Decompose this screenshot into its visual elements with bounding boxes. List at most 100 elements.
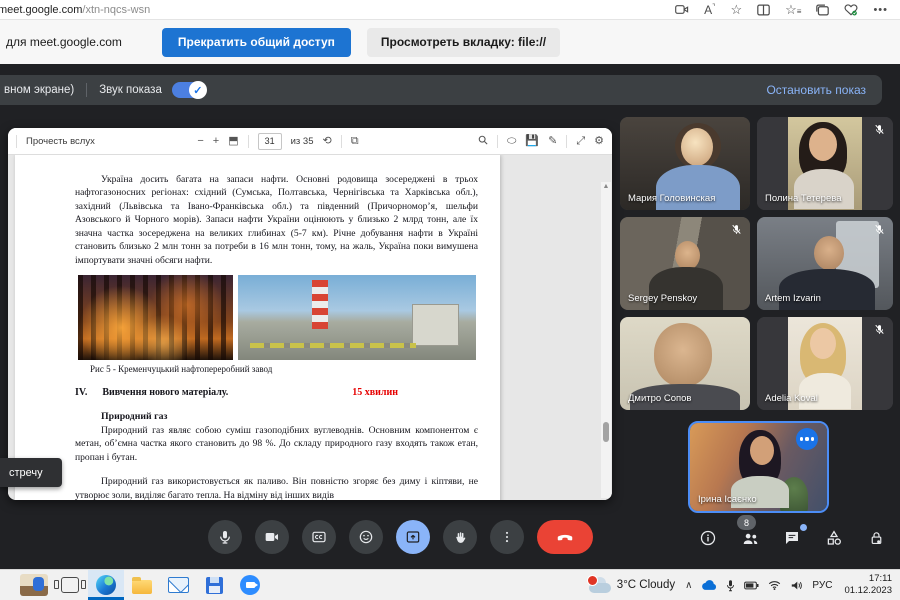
zoom-app-icon[interactable] — [232, 570, 268, 600]
host-controls-button[interactable] — [864, 526, 888, 550]
shared-pdf-viewer: Прочесть вслух − + ⬒ из 35 ⟲ ⧉ ⬭ 💾 ✎ ⤢ — [8, 128, 612, 500]
present-screen-button[interactable] — [396, 520, 430, 554]
draw-icon[interactable]: ⬭ — [507, 136, 516, 147]
split-screen-icon[interactable] — [757, 4, 770, 16]
highlight-icon[interactable]: ✎ — [548, 136, 557, 147]
onedrive-icon[interactable] — [701, 580, 717, 591]
scroll-up-arrow[interactable]: ▲ — [601, 183, 611, 190]
participant-name: Ірина Ісаєнко — [698, 494, 757, 505]
fit-page-icon[interactable]: ⬒ — [228, 136, 238, 147]
pdf-content-area[interactable]: Україна досить багата на запаси нафти. О… — [8, 155, 612, 500]
scrollbar-thumb[interactable] — [603, 422, 609, 442]
figure-caption: Рис 5 - Кременчуцький нафтопереробний за… — [90, 364, 478, 374]
meeting-info-button[interactable] — [696, 526, 720, 550]
participant-tile-polina[interactable]: Полина Тетерева — [757, 117, 893, 210]
edge-taskbar-icon[interactable] — [88, 570, 124, 600]
participant-tile-dmytro[interactable]: Дмитро Сопов — [620, 317, 750, 410]
mic-button[interactable] — [208, 520, 242, 554]
browser-essentials-icon[interactable] — [844, 4, 858, 16]
system-tray: ∧ РУС — [685, 579, 832, 592]
end-call-button[interactable] — [537, 520, 593, 554]
collections-icon[interactable] — [816, 4, 829, 16]
battery-icon[interactable] — [744, 581, 759, 590]
refinery-night-photo — [78, 275, 233, 360]
pdf-toolbar: Прочесть вслух − + ⬒ из 35 ⟲ ⧉ ⬭ 💾 ✎ ⤢ — [8, 128, 612, 155]
participant-name: Мария Головинская — [628, 193, 715, 204]
participant-tile-sergey[interactable]: Sergey Penskoy — [620, 217, 750, 310]
read-aloud-icon[interactable]: A⌝ — [704, 3, 715, 17]
zoom-in-icon[interactable]: + — [213, 136, 219, 147]
tray-chevron-icon[interactable]: ∧ — [685, 580, 692, 591]
stop-presenting-link[interactable]: Остановить показ — [766, 83, 866, 97]
participant-tile-adelia[interactable]: Adelia Koval — [757, 317, 893, 410]
tile-options-button[interactable] — [796, 428, 818, 450]
language-indicator[interactable]: РУС — [812, 580, 832, 591]
zoom-out-icon[interactable]: − — [197, 136, 203, 147]
section-number: IV. — [75, 387, 87, 398]
pdf-scrollbar[interactable]: ▲ — [601, 182, 611, 498]
self-tile-iryna[interactable]: Ірина Ісаєнко — [688, 421, 829, 513]
desktop-preview-icon[interactable] — [16, 570, 52, 600]
browser-address-bar: meet.google.com/xtn-nqcs-wsn A⌝ ☆ ☆≡ ••• — [0, 0, 900, 20]
url-text[interactable]: meet.google.com/xtn-nqcs-wsn — [0, 4, 150, 16]
presenting-banner: вном экране) Звук показа ✓ Остановить по… — [0, 75, 882, 105]
leave-meeting-tooltip: стречу — [0, 458, 62, 487]
browser-menu-icon[interactable]: ••• — [873, 4, 888, 16]
save-icon[interactable]: 💾 — [525, 136, 539, 147]
page-number-input[interactable] — [258, 133, 282, 150]
sound-toggle[interactable]: ✓ — [172, 82, 206, 98]
search-icon[interactable] — [478, 135, 488, 148]
wifi-icon[interactable] — [768, 580, 781, 590]
participant-tile-maria[interactable]: Мария Головинская — [620, 117, 750, 210]
url-path: /xtn-nqcs-wsn — [82, 4, 150, 16]
more-options-button[interactable] — [490, 520, 524, 554]
stop-sharing-button[interactable]: Прекратить общий доступ — [162, 28, 351, 57]
reactions-button[interactable] — [349, 520, 383, 554]
mic-muted-icon — [730, 223, 743, 241]
tab-media-icon[interactable] — [675, 4, 689, 15]
taskbar-clock[interactable]: 17:11 01.12.2023 — [844, 573, 892, 598]
meet-stage: вном экране) Звук показа ✓ Остановить по… — [0, 64, 900, 570]
weather-alert-badge — [587, 575, 598, 586]
presenting-screen-text: вном экране) — [4, 84, 74, 96]
chat-panel-button[interactable] — [780, 526, 804, 550]
clock-time: 17:11 — [844, 573, 892, 585]
volume-icon[interactable] — [790, 580, 803, 591]
share-origin-text: для meet.google.com — [6, 35, 122, 49]
view-tab-button[interactable]: Просмотреть вкладку: file:// — [367, 28, 560, 57]
document-page: Україна досить багата на запаси нафти. О… — [15, 155, 500, 500]
section-time: 15 хвилин — [352, 387, 398, 398]
participant-count-badge: 8 — [737, 515, 756, 530]
raise-hand-button[interactable] — [443, 520, 477, 554]
task-view-icon[interactable] — [52, 570, 88, 600]
browser-toolbar-icons: A⌝ ☆ ☆≡ ••• — [675, 2, 888, 18]
divider — [16, 135, 17, 148]
mail-icon[interactable] — [160, 570, 196, 600]
settings-gear-icon[interactable]: ⚙ — [594, 136, 604, 147]
mic-muted-icon — [873, 123, 886, 141]
favorite-star-icon[interactable]: ☆ — [730, 2, 742, 18]
page-view-icon[interactable]: ⧉ — [351, 136, 359, 147]
clock-date: 01.12.2023 — [844, 585, 892, 597]
doc-paragraph-gas-1: Природний газ являє собою суміш газоподі… — [75, 424, 478, 464]
save-app-icon[interactable] — [196, 570, 232, 600]
participant-tile-artem[interactable]: Artem Izvarin — [757, 217, 893, 310]
microphone-tray-icon[interactable] — [726, 579, 735, 592]
camera-button[interactable] — [255, 520, 289, 554]
taskbar-tray: 3°C Cloudy ∧ РУС 17:11 01.12.2023 — [589, 573, 892, 598]
taskbar-apps — [16, 570, 268, 600]
rotate-icon[interactable]: ⟲ — [323, 136, 332, 147]
divider — [566, 135, 567, 148]
captions-button[interactable] — [302, 520, 336, 554]
section-heading: IV. Вивчення нового матеріалу. 15 хвилин — [75, 387, 478, 398]
towers-graphic — [412, 304, 459, 347]
mic-muted-icon — [873, 323, 886, 341]
fullscreen-icon[interactable]: ⤢ — [576, 136, 585, 147]
favorites-list-icon[interactable]: ☆≡ — [785, 2, 801, 18]
activities-button[interactable] — [822, 526, 846, 550]
file-explorer-icon[interactable] — [124, 570, 160, 600]
people-panel-button[interactable]: 8 — [738, 526, 762, 550]
participant-name: Дмитро Сопов — [628, 393, 691, 404]
read-aloud-button[interactable]: Прочесть вслух — [26, 136, 95, 147]
weather-widget[interactable]: 3°C Cloudy — [589, 578, 675, 593]
